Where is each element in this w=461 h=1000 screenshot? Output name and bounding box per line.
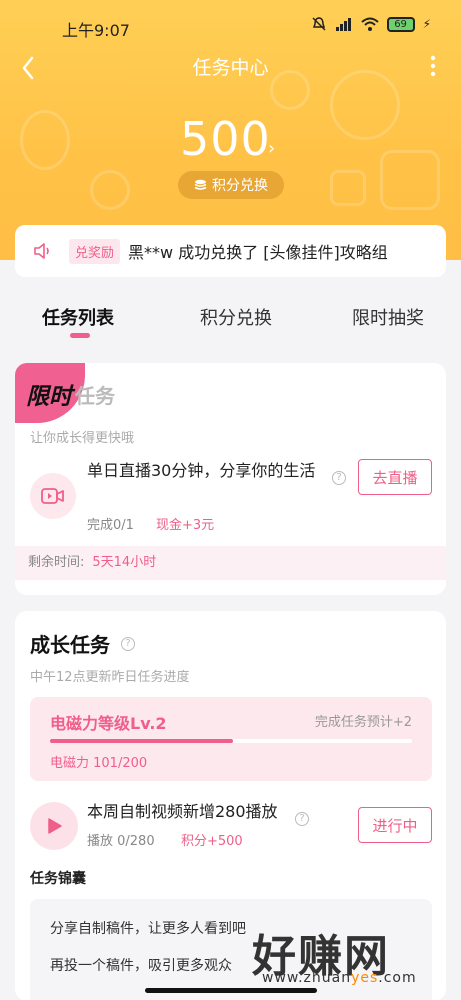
play-icon — [48, 818, 62, 834]
live-task-reward: 现金+3元 — [156, 518, 215, 533]
remaining-time-bar: 剩余时间: 5天14小时 — [15, 546, 446, 580]
status-bar: 上午9:07 69 ⚡ — [0, 0, 461, 52]
in-progress-button[interactable]: 进行中 — [358, 807, 432, 843]
watermark-url-prefix: www.zhuan — [262, 970, 352, 986]
notice-bar[interactable]: 兑奖励 黑**w 成功兑换了 [头像挂件]攻略组 — [15, 225, 446, 277]
help-icon[interactable]: ? — [332, 471, 346, 485]
points-exchange-button[interactable]: 积分兑换 — [178, 171, 284, 199]
status-icons: 69 ⚡ — [311, 16, 431, 32]
video-task-reward: 积分+500 — [181, 834, 243, 849]
live-task-progress: 完成0/1 — [87, 518, 134, 533]
tab-bar: 任务列表 积分兑换 限时抽奖 — [0, 290, 461, 350]
watermark-url-highlight: yes — [351, 970, 379, 986]
limited-badge-text: 限时 — [26, 384, 72, 410]
help-icon[interactable]: ? — [295, 812, 309, 826]
notice-text: 黑**w 成功兑换了 [头像挂件]攻略组 — [128, 243, 388, 262]
active-tab-indicator — [70, 333, 90, 338]
growth-card-title: 成长任务 — [30, 633, 110, 657]
video-task-icon — [30, 802, 78, 850]
growth-card-subtitle: 中午12点更新昨日任务进度 — [30, 670, 190, 685]
tip-item[interactable]: 再投一个稿件，吸引更多观众 — [50, 955, 232, 975]
status-time: 上午9:07 — [62, 21, 130, 40]
mute-bell-icon — [312, 17, 326, 31]
live-task-title: 单日直播30分钟，分享你的生活 — [87, 461, 316, 480]
level-progress-fill — [50, 739, 233, 743]
wifi-icon — [360, 17, 379, 31]
watermark-url: www.zhuanyes.com — [262, 970, 417, 986]
signal-icon — [335, 18, 351, 31]
level-name: 电磁力等级Lv.2 — [50, 714, 167, 733]
decor-circle — [90, 170, 130, 210]
decor-bulb — [20, 110, 70, 170]
video-camera-icon — [41, 488, 64, 504]
live-task-icon — [30, 473, 76, 519]
page-title: 任务中心 — [192, 57, 269, 79]
video-task-title: 本周自制视频新增280播放 — [87, 802, 278, 821]
speaker-icon — [34, 243, 49, 259]
points-value[interactable]: 500 — [180, 112, 271, 166]
more-vertical-icon — [430, 55, 436, 77]
tips-title: 任务锦囊 — [30, 871, 86, 887]
limited-card-subtitle: 让你成长得更快哦 — [30, 431, 135, 446]
decor-square — [330, 170, 366, 206]
level-hint: 完成任务预计+2 — [314, 715, 412, 730]
battery-icon: 69 — [386, 16, 415, 32]
video-task-progress: 播放 0/280 — [87, 834, 155, 849]
remaining-time-label: 剩余时间: — [28, 555, 85, 570]
help-icon[interactable]: ? — [121, 637, 135, 651]
tab-points-exchange[interactable]: 积分兑换 — [200, 304, 272, 330]
decor-square — [380, 150, 440, 210]
tip-item[interactable]: 分享自制稿件，让更多人看到吧 — [50, 918, 246, 938]
points-exchange-label: 积分兑换 — [212, 178, 268, 194]
more-button[interactable] — [423, 52, 443, 80]
coin-stack-icon — [194, 179, 207, 190]
limited-card-title: 任务 — [75, 384, 115, 408]
chevron-right-icon[interactable]: › — [268, 138, 275, 159]
level-box[interactable]: 电磁力等级Lv.2 完成任务预计+2 电磁力 101/200 — [30, 697, 432, 781]
level-progress-track — [50, 739, 412, 743]
tab-limited-lottery[interactable]: 限时抽奖 — [352, 304, 424, 330]
notice-tag: 兑奖励 — [69, 238, 121, 264]
nav-bar: 任务中心 — [0, 46, 461, 86]
home-indicator[interactable] — [145, 988, 317, 993]
watermark-url-suffix: .com — [378, 970, 417, 986]
charging-icon: ⚡ — [422, 17, 431, 31]
go-live-button[interactable]: 去直播 — [358, 459, 432, 495]
remaining-time-value: 5天14小时 — [92, 555, 157, 570]
tab-task-list[interactable]: 任务列表 — [42, 304, 114, 330]
watermark: 好赚网 www.zhuanyes.com — [252, 920, 452, 990]
level-progress-text: 电磁力 101/200 — [50, 756, 148, 771]
limited-task-card: 限时 任务 让你成长得更快哦 单日直播30分钟，分享你的生活 ? 完成0/1 现… — [15, 363, 446, 595]
